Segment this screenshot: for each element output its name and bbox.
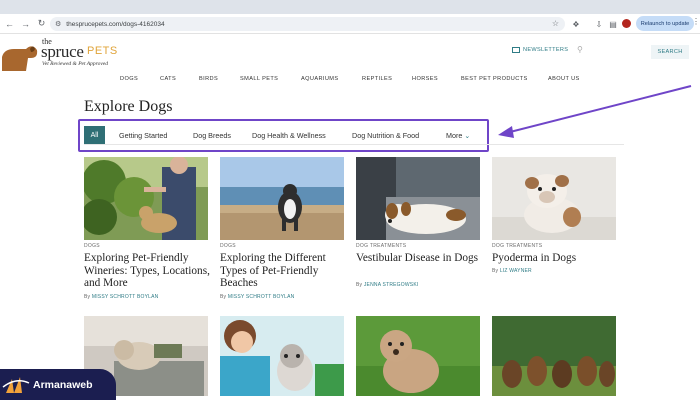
site-logo[interactable]: the spruce PETS Vet Reviewed & Pet Appro…: [0, 37, 135, 73]
logo-pets: PETS: [87, 45, 118, 57]
reload-icon[interactable]: ↻: [35, 17, 48, 30]
page-title: Explore Dogs: [84, 98, 173, 115]
byline-by: By: [492, 268, 499, 274]
card-title[interactable]: Exploring the Different Types of Pet-Fri…: [220, 252, 350, 290]
nav-about-us[interactable]: ABOUT US: [548, 76, 580, 82]
card-author[interactable]: LIZ WAYNER: [500, 268, 532, 274]
profile-avatar[interactable]: [622, 19, 631, 28]
newsletters-label: NEWSLETTERS: [523, 47, 569, 53]
screenshot-frame: ← → ↻ ⚙ thespruce​pets.com/dogs-4162034 …: [0, 0, 700, 400]
nav-aquariums[interactable]: AQUARIUMS: [301, 76, 338, 82]
card-author[interactable]: MISSY SCHROTT BOYLAN: [228, 294, 295, 300]
logo-spruce: spruce: [41, 42, 84, 61]
browser-menu-icon[interactable]: ⋮: [692, 17, 700, 26]
site-info-icon[interactable]: ⚙: [55, 20, 61, 28]
filter-dog-breeds[interactable]: Dog Breeds: [193, 131, 231, 140]
filter-divider: [84, 144, 624, 145]
filter-more[interactable]: More ⌄: [446, 131, 470, 140]
card-byline: By MISSY SCHROTT BOYLAN: [220, 294, 294, 300]
forward-icon[interactable]: →: [19, 17, 32, 30]
dog-logo-icon: [2, 46, 38, 71]
card-image-row2-4[interactable]: [492, 316, 616, 396]
address-bar[interactable]: ⚙ thespruce​pets.com/dogs-4162034 ☆: [50, 17, 565, 31]
nav-horses[interactable]: HORSES: [412, 76, 438, 82]
byline-by: By: [220, 294, 227, 300]
card-image-pyoderma[interactable]: [492, 157, 616, 240]
site-nav: DOGS CATS BIRDS SMALL PETS AQUARIUMS REP…: [0, 73, 700, 87]
card-title[interactable]: Vestibular Disease in Dogs: [356, 252, 486, 265]
card-image-row2-3[interactable]: [356, 316, 480, 396]
nav-dogs[interactable]: DOGS: [120, 76, 138, 82]
search-button[interactable]: SEARCH: [651, 45, 689, 59]
nav-small-pets[interactable]: SMALL PETS: [240, 76, 278, 82]
card-title[interactable]: Exploring Pet-Friendly Wineries: Types, …: [84, 252, 214, 290]
byline-by: By: [84, 294, 91, 300]
chevron-down-icon: ⌄: [464, 133, 471, 140]
nav-cats[interactable]: CATS: [160, 76, 176, 82]
sidepanel-icon[interactable]: ▤: [607, 18, 619, 30]
nav-best-pet-products[interactable]: BEST PET PRODUCTS: [461, 76, 528, 82]
download-icon[interactable]: ⇩: [593, 18, 605, 30]
card-tag[interactable]: DOGS: [220, 243, 236, 249]
url-text: thespruce​pets.com/dogs-4162034: [66, 20, 165, 28]
logo-tagline: Vet Reviewed & Pet Approved: [42, 61, 108, 67]
watermark-text: Armanaweb: [33, 379, 93, 391]
filter-more-label: More: [446, 131, 463, 140]
filter-dog-nutrition[interactable]: Dog Nutrition & Food: [352, 131, 419, 140]
back-icon[interactable]: ←: [3, 17, 16, 30]
envelope-icon: [512, 47, 520, 53]
filter-getting-started[interactable]: Getting Started: [119, 131, 167, 140]
newsletters-link[interactable]: NEWSLETTERS: [512, 47, 568, 53]
bookmark-star-icon[interactable]: ☆: [552, 19, 559, 28]
extensions-icon[interactable]: ❖: [570, 18, 582, 30]
nav-reptiles[interactable]: REPTILES: [362, 76, 392, 82]
filter-dog-health[interactable]: Dog Health & Wellness: [252, 131, 326, 140]
card-title[interactable]: Pyoderma in Dogs: [492, 252, 622, 265]
card-image-winery[interactable]: [84, 157, 208, 240]
card-image-vestibular[interactable]: [356, 157, 480, 240]
card-tag[interactable]: DOG TREATMENTS: [356, 243, 406, 249]
byline-by: By: [356, 282, 363, 288]
browser-tab-strip: [0, 0, 700, 14]
card-image-row2-2[interactable]: [220, 316, 344, 396]
card-tag[interactable]: DOG TREATMENTS: [492, 243, 542, 249]
card-tag[interactable]: DOGS: [84, 243, 100, 249]
card-byline: By LIZ WAYNER: [492, 268, 532, 274]
nav-birds[interactable]: BIRDS: [199, 76, 218, 82]
filter-tabs: All Getting Started Dog Breeds Dog Healt…: [84, 126, 484, 145]
card-author[interactable]: MISSY SCHROTT BOYLAN: [92, 294, 159, 300]
watermark-logo-icon: [2, 377, 30, 393]
card-byline: By JENNA STREGOWSKI: [356, 282, 418, 288]
filter-all[interactable]: All: [84, 126, 105, 145]
search-icon[interactable]: ⚲: [577, 45, 583, 54]
card-author[interactable]: JENNA STREGOWSKI: [364, 282, 419, 288]
card-byline: By MISSY SCHROTT BOYLAN: [84, 294, 158, 300]
card-image-beach[interactable]: [220, 157, 344, 240]
relaunch-button[interactable]: Relaunch to update: [636, 16, 694, 31]
